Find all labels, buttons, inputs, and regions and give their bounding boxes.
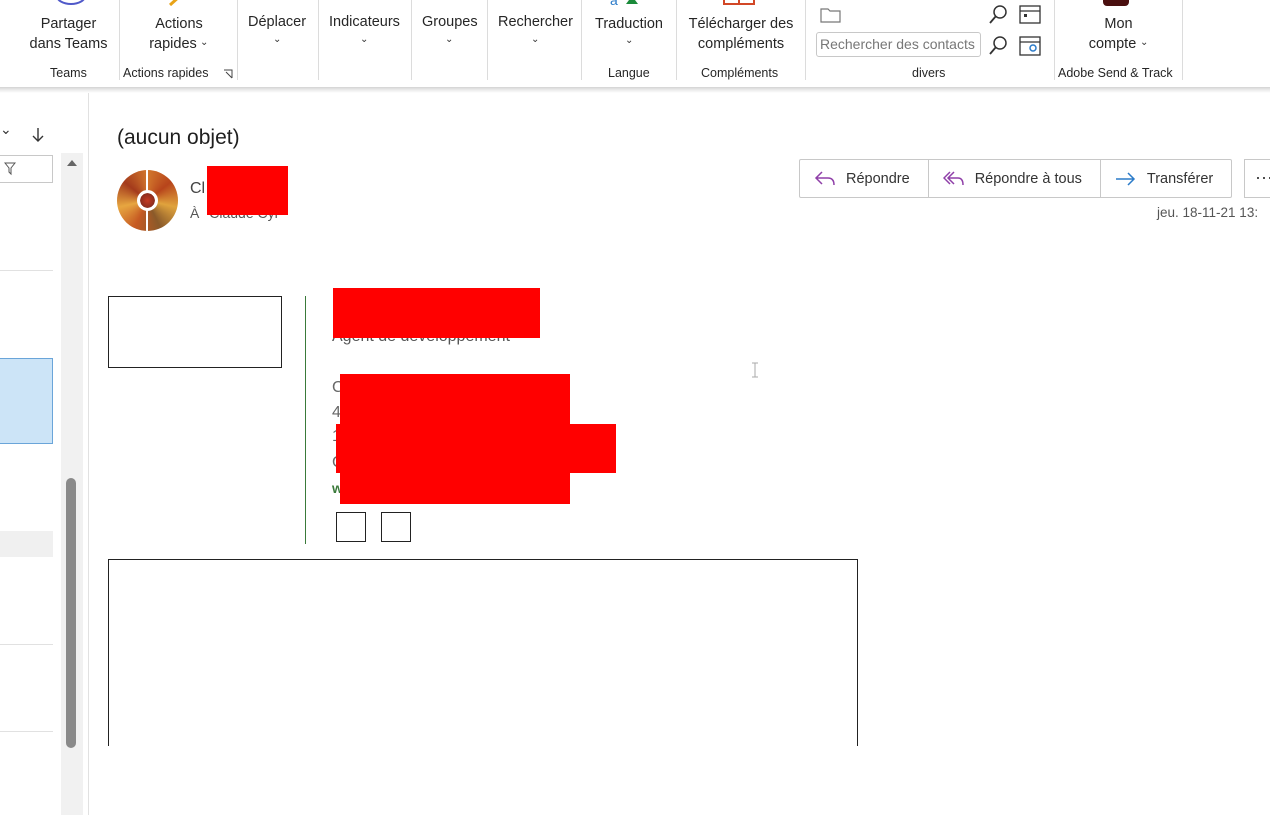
ribbon-group-addins: Télécharger des compléments Compléments	[677, 0, 805, 86]
translate-icon: a	[610, 0, 638, 8]
group-label-adobe: Adobe Send & Track	[1058, 66, 1173, 80]
teams-icon	[57, 0, 85, 5]
list-scrollbar[interactable]	[61, 153, 83, 815]
redaction-box	[207, 166, 288, 215]
reply-arrow-icon	[814, 170, 835, 185]
move-label: Déplacer	[248, 14, 307, 30]
ribbon-group-misc: Rechercher des contacts divers	[806, 0, 1054, 86]
message-list-pane: ⌄	[0, 93, 89, 815]
group-label-language: Langue	[608, 66, 650, 80]
chevron-down-icon: ⌄	[273, 34, 282, 45]
filter-icon	[4, 162, 16, 176]
share-to-teams-button[interactable]: Partager dans Teams	[17, 14, 120, 58]
more-actions-button[interactable]: ···	[1244, 159, 1270, 198]
banner-image-placeholder	[108, 559, 858, 746]
quick-actions-label-2: rapides	[149, 36, 197, 52]
chevron-down-icon: ⌄	[200, 37, 209, 48]
ribbon-divider	[0, 87, 1270, 93]
social-icon-placeholder[interactable]	[381, 512, 411, 542]
chevron-down-icon[interactable]: ⌄	[0, 121, 12, 138]
message-actions: Répondre Répondre à tous Transférer	[799, 159, 1233, 198]
group-label-addins: Compléments	[701, 66, 779, 80]
reply-label: Répondre	[846, 170, 910, 187]
ribbon-group-adobe: Mon compte ⌄ Adobe Send & Track	[1055, 0, 1182, 86]
group-label-quick-actions: Actions rapides	[123, 66, 209, 80]
chevron-down-icon: ⌄	[360, 34, 369, 45]
find-button[interactable]: Rechercher ⌄	[488, 0, 581, 86]
forward-arrow-icon	[1115, 171, 1135, 186]
recipient-prefix: À	[190, 205, 200, 221]
get-addins-label-2: compléments	[697, 36, 785, 52]
groups-label: Groupes	[422, 14, 478, 30]
ribbon-separator	[1182, 0, 1183, 80]
quick-actions-button[interactable]: Actions rapides ⌄	[120, 14, 238, 58]
group-label-misc: divers	[912, 66, 946, 80]
pencil-icon	[168, 0, 178, 6]
ribbon-group-language: a Traduction ⌄ Langue	[582, 0, 676, 86]
translate-label: Traduction	[595, 16, 663, 32]
sort-arrow-down-icon[interactable]	[32, 127, 44, 143]
folder-icon[interactable]	[820, 5, 842, 23]
sender-name[interactable]: Cl	[190, 180, 205, 198]
chevron-down-icon: ⌄	[531, 34, 540, 45]
filter-input[interactable]	[0, 155, 53, 183]
share-to-teams-label-2: dans Teams	[29, 36, 108, 52]
text-cursor-icon	[752, 362, 758, 378]
svg-text:a: a	[610, 0, 618, 8]
list-group-header[interactable]	[0, 531, 53, 557]
tags-label: Indicateurs	[329, 14, 400, 30]
message-date: jeu. 18-11-21 13:	[1157, 205, 1259, 220]
my-account-label-1: Mon	[1104, 16, 1133, 32]
address-book-icon[interactable]	[1019, 35, 1041, 57]
social-icon-placeholder[interactable]	[336, 512, 366, 542]
forward-button[interactable]: Transférer	[1101, 160, 1231, 197]
scroll-up-arrow-icon[interactable]	[66, 159, 78, 167]
forward-label: Transférer	[1146, 170, 1214, 187]
signature-divider	[305, 296, 306, 544]
find-label: Rechercher	[498, 14, 573, 30]
outlook-window: Partager dans Teams Teams Actions rapide…	[0, 0, 1270, 815]
translate-button[interactable]: Traduction ⌄	[582, 14, 676, 54]
list-divider	[0, 644, 53, 645]
redaction-box	[336, 424, 616, 473]
reply-all-button[interactable]: Répondre à tous	[929, 160, 1101, 197]
reply-all-label: Répondre à tous	[974, 170, 1082, 187]
search-contacts-placeholder: Rechercher des contacts	[820, 36, 975, 52]
quick-actions-label-1: Actions	[155, 16, 203, 32]
my-account-label-2: compte	[1088, 36, 1137, 52]
ribbon-group-teams: Partager dans Teams Teams	[17, 0, 120, 86]
groups-button[interactable]: Groupes ⌄	[412, 0, 487, 86]
my-account-button[interactable]: Mon compte ⌄	[1055, 14, 1182, 58]
list-divider	[0, 731, 53, 732]
search-contacts-input[interactable]: Rechercher des contacts	[816, 32, 981, 57]
more-actions-icon: ···	[1255, 167, 1270, 187]
search-icon[interactable]	[988, 35, 1008, 55]
search-icon[interactable]	[988, 4, 1008, 24]
reply-all-arrow-icon	[942, 170, 964, 185]
list-item-selected[interactable]	[0, 358, 53, 444]
scrollbar-thumb[interactable]	[66, 478, 76, 748]
signature-logo-placeholder	[108, 296, 282, 368]
ribbon: Partager dans Teams Teams Actions rapide…	[0, 0, 1270, 88]
tags-button[interactable]: Indicateurs ⌄	[319, 0, 411, 86]
list-divider	[0, 270, 53, 271]
get-addins-label-1: Télécharger des	[688, 16, 794, 32]
adobe-icon	[1103, 0, 1129, 6]
sender-avatar[interactable]	[117, 170, 178, 231]
group-label-teams: Teams	[50, 66, 87, 80]
redaction-box	[333, 288, 540, 338]
chevron-down-icon: ⌄	[1140, 37, 1149, 48]
calendar-icon[interactable]	[1019, 4, 1041, 24]
ribbon-group-quick-actions: Actions rapides ⌄ Actions rapides	[120, 0, 238, 86]
message-subject: (aucun objet)	[117, 126, 240, 149]
get-addins-button[interactable]: Télécharger des compléments	[677, 14, 805, 58]
chevron-down-icon: ⌄	[445, 34, 454, 45]
chevron-down-icon: ⌄	[625, 35, 634, 46]
move-button[interactable]: Déplacer ⌄	[238, 0, 318, 86]
share-to-teams-label-1: Partager	[40, 16, 97, 32]
dialog-launcher-icon[interactable]	[223, 69, 233, 79]
store-icon	[723, 0, 755, 5]
reply-button[interactable]: Répondre	[800, 160, 929, 197]
